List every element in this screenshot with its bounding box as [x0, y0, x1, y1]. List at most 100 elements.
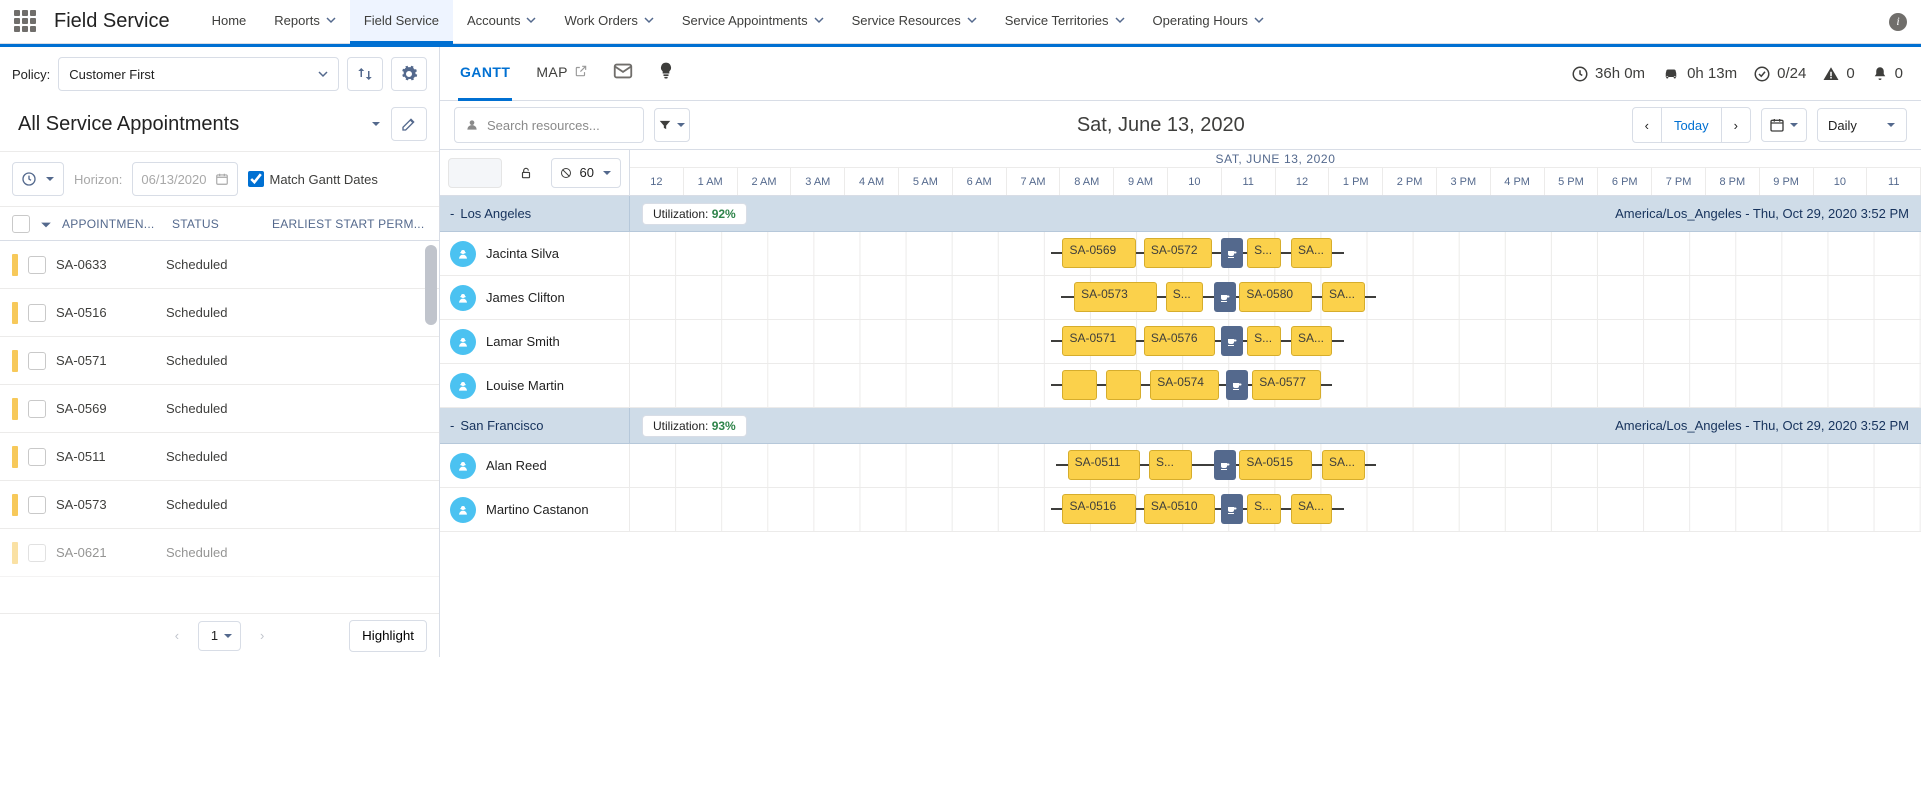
appointment-block[interactable]: SA-0572 [1144, 238, 1212, 268]
row-checkbox[interactable] [28, 448, 46, 466]
appointment-block[interactable]: SA... [1291, 238, 1332, 268]
resource-name-cell[interactable]: Jacinta Silva [440, 232, 630, 275]
row-checkbox[interactable] [28, 304, 46, 322]
gantt-lane[interactable]: SA-0574 SA-0577 [630, 364, 1921, 407]
row-checkbox[interactable] [28, 496, 46, 514]
collapse-icon[interactable]: - [450, 206, 454, 221]
gear-icon-button[interactable] [391, 57, 427, 91]
territory-header[interactable]: -San FranciscoUtilization: 93%America/Lo… [440, 408, 1921, 444]
edit-icon-button[interactable] [391, 107, 427, 141]
gantt-lane[interactable]: SA-0511 S... SA-0515 SA... [630, 444, 1921, 487]
nav-tab-service-appointments[interactable]: Service Appointments [668, 0, 838, 44]
nav-tab-home[interactable]: Home [198, 0, 261, 44]
bulb-icon[interactable] [656, 61, 676, 87]
prev-day-button[interactable]: ‹ [1633, 107, 1662, 143]
nav-tab-operating-hours[interactable]: Operating Hours [1139, 0, 1278, 44]
appointment-row[interactable]: SA-0571Scheduled [0, 337, 439, 385]
break-block[interactable] [1221, 238, 1243, 268]
resource-name-cell[interactable]: Alan Reed [440, 444, 630, 487]
appointment-block[interactable] [1106, 370, 1141, 400]
appointment-block[interactable] [1062, 370, 1097, 400]
calendar-picker-button[interactable] [1761, 108, 1807, 142]
resource-name-cell[interactable]: Lamar Smith [440, 320, 630, 363]
tab-map[interactable]: MAP [534, 47, 590, 101]
appointment-block[interactable]: SA... [1291, 326, 1332, 356]
gantt-lane[interactable]: SA-0569 SA-0572 S... SA... [630, 232, 1921, 275]
collapse-icon[interactable]: - [450, 418, 454, 433]
gantt-lane[interactable]: SA-0573 S... SA-0580 SA... [630, 276, 1921, 319]
duration-select[interactable]: 60 [551, 158, 621, 188]
gantt-lane[interactable]: SA-0516 SA-0510 S... SA... [630, 488, 1921, 531]
appointment-block[interactable]: S... [1247, 326, 1281, 356]
scrollbar-thumb[interactable] [425, 245, 437, 325]
row-checkbox[interactable] [28, 256, 46, 274]
prev-page-button[interactable]: ‹ [166, 625, 188, 647]
resource-search-input[interactable]: Search resources... [454, 107, 644, 143]
appointment-block[interactable]: S... [1247, 494, 1281, 524]
chevron-down-icon[interactable] [40, 219, 52, 229]
nav-tab-reports[interactable]: Reports [260, 0, 350, 44]
scale-select[interactable]: Daily [1817, 108, 1907, 142]
appointment-block[interactable]: S... [1247, 238, 1281, 268]
app-launcher-icon[interactable] [14, 10, 38, 34]
appointment-block[interactable]: SA... [1322, 282, 1365, 312]
select-all-checkbox[interactable] [12, 215, 30, 233]
nav-tab-work-orders[interactable]: Work Orders [550, 0, 667, 44]
appointment-row[interactable]: SA-0516Scheduled [0, 289, 439, 337]
info-icon[interactable]: i [1889, 13, 1907, 31]
appointment-block[interactable]: SA-0511 [1068, 450, 1140, 480]
appointment-row[interactable]: SA-0621Scheduled [0, 529, 439, 577]
appointment-block[interactable]: SA-0580 [1239, 282, 1311, 312]
nav-tab-service-territories[interactable]: Service Territories [991, 0, 1139, 44]
appointment-block[interactable]: S... [1149, 450, 1192, 480]
nav-tab-service-resources[interactable]: Service Resources [838, 0, 991, 44]
break-block[interactable] [1221, 326, 1243, 356]
appointment-block[interactable]: SA... [1291, 494, 1332, 524]
horizon-date-input[interactable]: 06/13/2020 [132, 162, 237, 196]
resource-name-cell[interactable]: Martino Castanon [440, 488, 630, 531]
appointment-row[interactable]: SA-0573Scheduled [0, 481, 439, 529]
highlight-button[interactable]: Highlight [349, 620, 427, 652]
resource-name-cell[interactable]: James Clifton [440, 276, 630, 319]
schedule-mode-select[interactable] [12, 162, 64, 196]
break-block[interactable] [1221, 494, 1243, 524]
mail-icon[interactable] [612, 60, 634, 88]
filter-button[interactable] [654, 108, 690, 142]
territory-collapse-slot[interactable] [448, 158, 502, 188]
list-dropdown-icon[interactable] [371, 119, 381, 129]
appointment-block[interactable]: SA-0569 [1062, 238, 1136, 268]
appointment-row[interactable]: SA-0633Scheduled [0, 241, 439, 289]
appointment-row[interactable]: SA-0569Scheduled [0, 385, 439, 433]
nav-tab-field-service[interactable]: Field Service [350, 0, 453, 44]
break-block[interactable] [1214, 450, 1236, 480]
appointment-block[interactable]: SA-0574 [1150, 370, 1218, 400]
lock-icon[interactable] [519, 166, 533, 180]
row-checkbox[interactable] [28, 544, 46, 562]
swap-icon-button[interactable] [347, 57, 383, 91]
nav-tab-accounts[interactable]: Accounts [453, 0, 550, 44]
territory-header[interactable]: -Los AngelesUtilization: 92%America/Los_… [440, 196, 1921, 232]
tab-gantt[interactable]: GANTT [458, 47, 512, 101]
row-checkbox[interactable] [28, 400, 46, 418]
policy-select[interactable]: Customer First [58, 57, 339, 91]
appointment-block[interactable]: SA-0516 [1062, 494, 1136, 524]
appointment-block[interactable]: S... [1166, 282, 1203, 312]
appointment-row[interactable]: SA-0511Scheduled [0, 433, 439, 481]
break-block[interactable] [1214, 282, 1236, 312]
next-day-button[interactable]: › [1722, 107, 1750, 143]
match-gantt-checkbox[interactable]: Match Gantt Dates [248, 171, 378, 187]
next-page-button[interactable]: › [251, 625, 273, 647]
break-block[interactable] [1226, 370, 1248, 400]
appointment-block[interactable]: SA-0573 [1074, 282, 1157, 312]
appointment-block[interactable]: SA-0515 [1239, 450, 1311, 480]
gantt-lane[interactable]: SA-0571 SA-0576 S... SA... [630, 320, 1921, 363]
appointment-block[interactable]: SA-0576 [1144, 326, 1215, 356]
row-checkbox[interactable] [28, 352, 46, 370]
appointment-block[interactable]: SA-0510 [1144, 494, 1215, 524]
resource-name-cell[interactable]: Louise Martin [440, 364, 630, 407]
today-button[interactable]: Today [1662, 107, 1722, 143]
page-select[interactable]: 1 [198, 621, 241, 651]
appointment-block[interactable]: SA-0571 [1062, 326, 1136, 356]
appointment-block[interactable]: SA-0577 [1252, 370, 1320, 400]
appointment-block[interactable]: SA... [1322, 450, 1365, 480]
